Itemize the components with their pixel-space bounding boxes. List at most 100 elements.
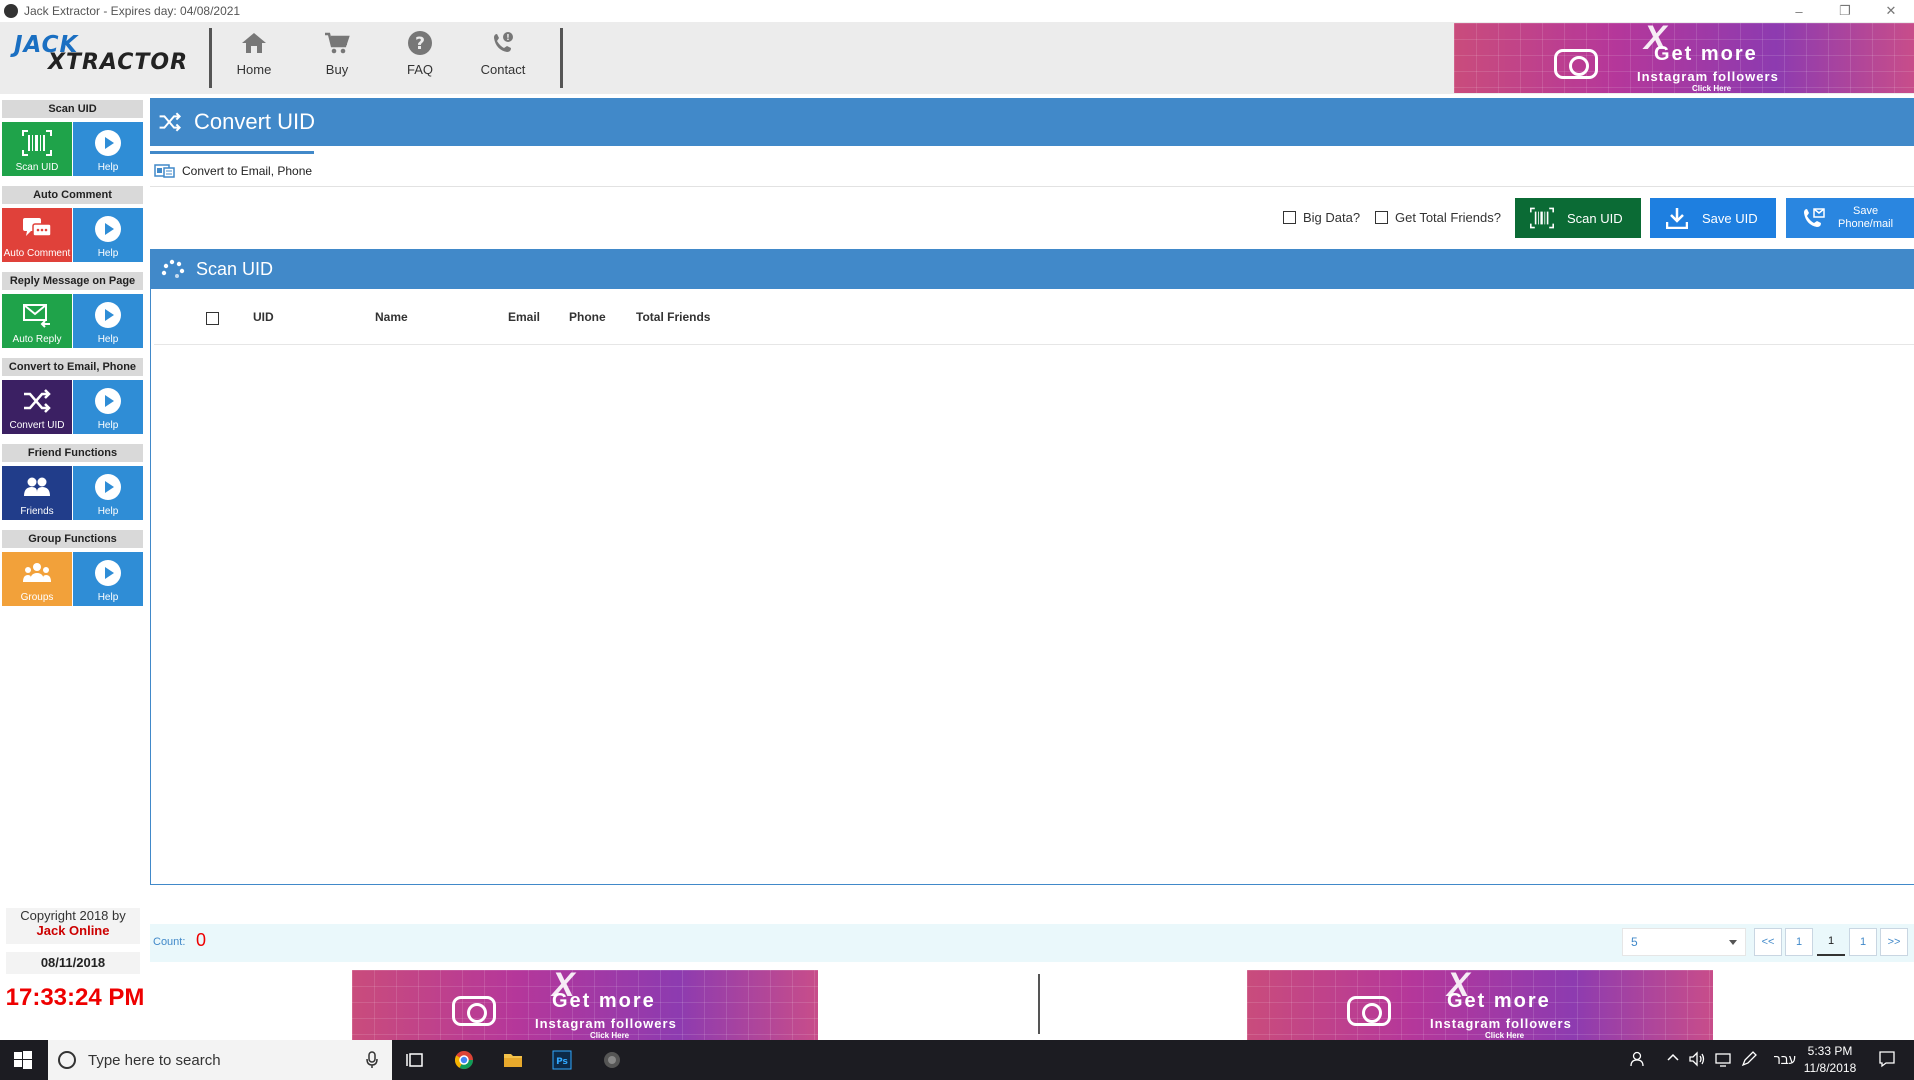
uid-data-grid[interactable] xyxy=(150,289,1914,885)
sidebar-friends-help-button[interactable]: Help xyxy=(73,466,143,520)
people-icon[interactable] xyxy=(1630,1050,1650,1070)
nav-buy-button[interactable]: Buy xyxy=(302,30,372,86)
scan-uid-button[interactable]: Scan UID xyxy=(1515,198,1641,238)
sidebar-groups-help-button[interactable]: Help xyxy=(73,552,143,606)
sidebar-friends-button[interactable]: Friends xyxy=(2,466,72,520)
nav-home-button[interactable]: Home xyxy=(219,30,289,86)
pen-icon[interactable] xyxy=(1740,1050,1760,1070)
nav-home-label: Home xyxy=(236,62,272,77)
taskbar-search-placeholder: Type here to search xyxy=(88,1051,221,1069)
chevron-down-icon xyxy=(1729,940,1737,945)
instagram-ad-banner-right[interactable]: X Get more Instagram followers Click Her… xyxy=(1247,970,1713,1040)
sidebar-header-convert: Convert to Email, Phone xyxy=(2,358,143,376)
checkbox-box[interactable] xyxy=(206,312,219,325)
instagram-ad-banner[interactable]: X Get more Instagram followers Click Her… xyxy=(1454,23,1914,93)
loading-dots-icon xyxy=(160,259,186,279)
header-divider xyxy=(154,344,1914,345)
notification-icon[interactable] xyxy=(1878,1050,1898,1070)
sidebar-groups-button[interactable]: Groups xyxy=(2,552,72,606)
jack-extractor-taskbar-icon[interactable] xyxy=(602,1050,622,1070)
column-header-uid[interactable]: UID xyxy=(253,310,274,324)
chrome-icon[interactable] xyxy=(454,1050,474,1070)
svg-text:?: ? xyxy=(415,34,425,54)
app-logo: JACK XTRACTOR xyxy=(14,32,187,84)
volume-icon[interactable] xyxy=(1688,1050,1708,1070)
sidebar-convert-uid-help-button[interactable]: Help xyxy=(73,380,143,434)
minimize-button[interactable]: – xyxy=(1776,0,1822,22)
pager-last-button[interactable]: >> xyxy=(1880,928,1908,956)
copyright-author: Jack Online xyxy=(36,923,110,938)
nav-faq-button[interactable]: ? FAQ xyxy=(385,30,455,86)
tab-bar: Convert to Email, Phone xyxy=(150,151,1914,187)
total-friends-checkbox[interactable]: Get Total Friends? xyxy=(1375,210,1501,225)
nav-contact-label: Contact xyxy=(480,62,526,77)
ad-headline: Get more xyxy=(1654,43,1758,65)
column-header-email[interactable]: Email xyxy=(508,310,540,324)
ad-divider xyxy=(1038,974,1040,1034)
sidebar-auto-reply-label: Auto Reply xyxy=(12,334,62,345)
sidebar-auto-reply-button[interactable]: Auto Reply xyxy=(2,294,72,348)
sidebar-header-scan-uid: Scan UID xyxy=(2,100,143,118)
current-date: 08/11/2018 xyxy=(6,952,140,974)
copyright-text: Copyright 2018 by xyxy=(20,908,126,923)
tab-convert-to-email-phone[interactable]: Convert to Email, Phone xyxy=(150,151,314,187)
restore-button[interactable]: ❐ xyxy=(1822,0,1868,22)
photoshop-icon[interactable]: Ps xyxy=(552,1050,572,1070)
instagram-icon xyxy=(1347,996,1391,1026)
sidebar-auto-comment-help-button[interactable]: Help xyxy=(73,208,143,262)
current-time: 17:33:24 PM xyxy=(5,984,145,1011)
sidebar-scan-uid-label: Scan UID xyxy=(15,162,59,173)
page-size-select[interactable]: 5 xyxy=(1622,928,1746,956)
column-header-phone[interactable]: Phone xyxy=(569,310,606,324)
big-data-checkbox[interactable]: Big Data? xyxy=(1283,210,1360,225)
shuffle-icon xyxy=(22,386,52,416)
help-label: Help xyxy=(97,592,119,603)
pager-first-button[interactable]: << xyxy=(1754,928,1782,956)
save-phone-mail-button[interactable]: Save Phone/mail xyxy=(1786,198,1914,238)
tab-label: Convert to Email, Phone xyxy=(182,163,313,178)
column-header-name[interactable]: Name xyxy=(375,310,408,324)
select-all-checkbox[interactable] xyxy=(206,312,226,325)
taskbar-clock[interactable]: 5:33 PM 11/8/2018 xyxy=(1790,1043,1870,1077)
sidebar-convert-uid-button[interactable]: Convert UID xyxy=(2,380,72,434)
task-view-icon[interactable] xyxy=(405,1050,425,1070)
microphone-icon[interactable] xyxy=(366,1051,378,1073)
instagram-ad-banner-left[interactable]: X Get more Instagram followers Click Her… xyxy=(352,970,818,1040)
copyright-box: Copyright 2018 by Jack Online xyxy=(6,908,140,944)
checkbox-box[interactable] xyxy=(1283,211,1296,224)
pager-current-page[interactable]: 1 xyxy=(1817,928,1845,956)
sidebar-auto-reply-help-button[interactable]: Help xyxy=(73,294,143,348)
shuffle-icon xyxy=(158,111,182,133)
ad-headline: Get more xyxy=(552,990,656,1012)
sidebar-groups-label: Groups xyxy=(20,592,54,603)
sidebar-auto-comment-button[interactable]: Auto Comment xyxy=(2,208,72,262)
close-button[interactable]: ✕ xyxy=(1868,0,1914,22)
count-label: Count: xyxy=(153,936,186,948)
nav-contact-button[interactable]: ! Contact xyxy=(468,30,538,86)
play-icon xyxy=(95,388,121,414)
pager-page-button[interactable]: 1 xyxy=(1849,928,1877,956)
help-label: Help xyxy=(97,162,119,173)
ad-headline: Get more xyxy=(1447,990,1551,1012)
column-header-total-friends[interactable]: Total Friends xyxy=(636,310,710,324)
sidebar-scan-uid-button[interactable]: Scan UID xyxy=(2,122,72,176)
network-icon[interactable] xyxy=(1714,1050,1734,1070)
sidebar-scan-uid-help-button[interactable]: Help xyxy=(73,122,143,176)
sidebar-convert-uid-label: Convert UID xyxy=(9,420,65,431)
taskbar-date: 11/8/2018 xyxy=(1803,1061,1857,1075)
window-title: Jack Extractor - Expires day: 04/08/2021 xyxy=(24,4,241,18)
download-icon xyxy=(1664,205,1690,231)
pager-page-button[interactable]: 1 xyxy=(1785,928,1813,956)
taskbar-search-box[interactable]: Type here to search xyxy=(48,1040,392,1080)
contact-phone-icon xyxy=(1800,205,1826,231)
save-phone-mail-label-2: Phone/mail xyxy=(1838,218,1894,230)
barcode-icon xyxy=(1529,205,1555,231)
windows-start-icon[interactable] xyxy=(13,1050,33,1070)
section-header: Scan UID xyxy=(150,249,1914,289)
page-title: Convert UID xyxy=(194,109,316,134)
file-explorer-icon[interactable] xyxy=(503,1050,523,1070)
checkbox-box[interactable] xyxy=(1375,211,1388,224)
big-data-label: Big Data? xyxy=(1303,210,1361,225)
save-uid-button[interactable]: Save UID xyxy=(1650,198,1776,238)
chevron-up-icon[interactable] xyxy=(1666,1050,1686,1070)
